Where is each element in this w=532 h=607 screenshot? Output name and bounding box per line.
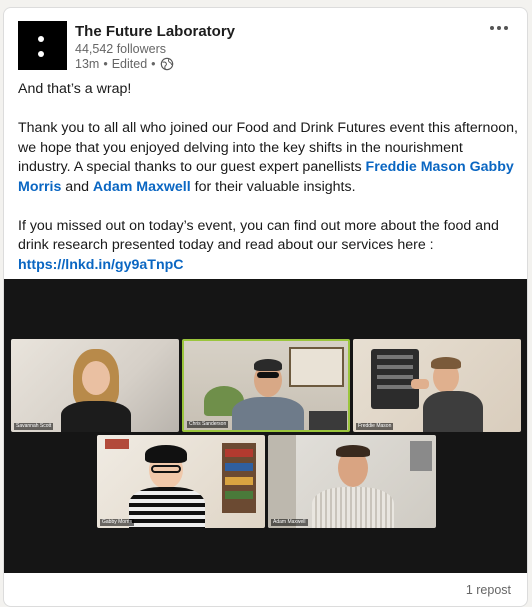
paragraph-text: and [61,178,93,195]
participant-name: Chris Sanderson [187,421,229,428]
participant-name: Savannah Scott [14,423,54,430]
participant-tile: Gabby Morris [97,435,265,528]
post-body: And that’s a wrap! Thank you to all all … [18,80,518,295]
post-paragraph: If you missed out on today’s event, you … [18,217,518,276]
post-link[interactable]: https://lnkd.in/gy9aTnpC [18,257,184,273]
edited-label: Edited [111,57,148,71]
participant-tile: Chris Sanderson [182,339,350,432]
meta-separator: • [103,57,108,71]
company-name[interactable]: The Future Laboratory [75,23,235,40]
repost-count[interactable]: 1 repost [466,583,511,597]
post-footer: 1 repost [4,573,527,606]
follower-count: 44,542 followers [75,42,167,56]
post-card: The Future Laboratory 44,542 followers 1… [3,7,528,607]
paragraph-text: If you missed out on today’s event, you … [18,217,499,254]
post-time: 13m [75,57,100,71]
more-options-icon[interactable] [485,20,513,36]
mention-freddie-mason[interactable]: Freddie Mason [366,159,466,175]
post-header: The Future Laboratory 44,542 followers 1… [18,21,518,73]
participant-tile: Adam Maxwell [268,435,436,528]
logo-dot [38,51,44,57]
post-meta: 13m • Edited • [75,57,174,71]
participant-tile: Savannah Scott [11,339,179,432]
paragraph-text: for their valuable insights. [190,178,356,195]
mention-adam-maxwell[interactable]: Adam Maxwell [93,179,191,195]
meta-separator: • [151,57,156,71]
post-paragraph: Thank you to all all who joined our Food… [18,119,518,197]
company-logo[interactable] [18,21,67,70]
participant-name: Freddie Mason [356,423,394,430]
paragraph-text: And that’s a wrap! [18,81,132,97]
video-player[interactable]: Savannah Scott Chris Sanderson Freddie M… [4,279,527,573]
globe-icon [160,57,173,71]
participant-name: Gabby Morris [100,519,135,526]
post-paragraph: And that’s a wrap! [18,80,518,100]
logo-dot [38,36,44,42]
participant-tile: Freddie Mason [353,339,521,432]
participant-name: Adam Maxwell [271,519,308,526]
